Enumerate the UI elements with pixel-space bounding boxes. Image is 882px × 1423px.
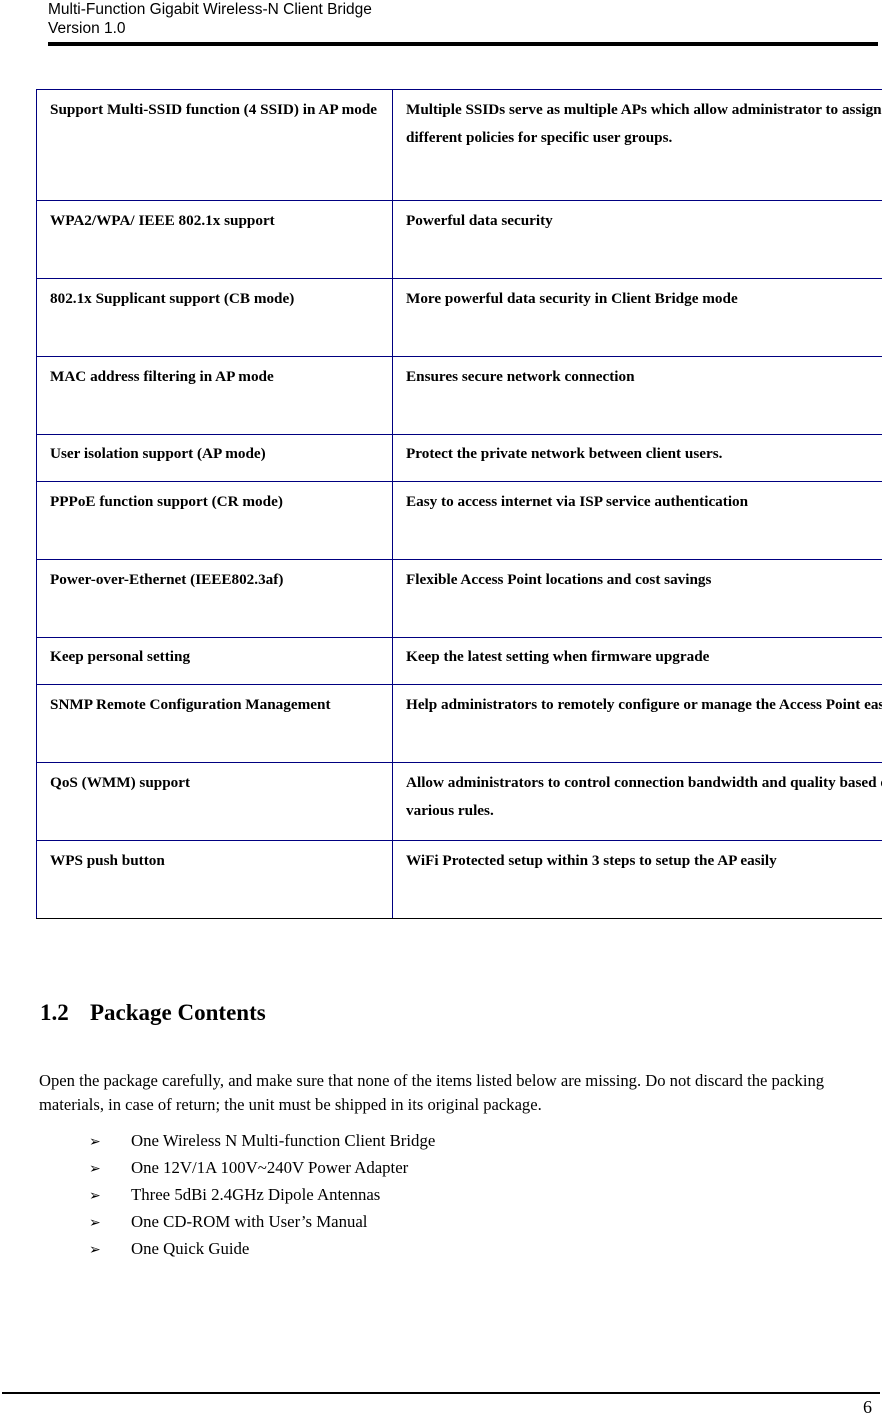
list-item: ➢ One CD-ROM with User’s Manual [39, 1209, 739, 1236]
table-cell-benefit: WiFi Protected setup within 3 steps to s… [392, 840, 882, 919]
list-item: ➢ One Wireless N Multi-function Client Br… [39, 1128, 739, 1155]
section-heading: 1.2 Package Contents [40, 999, 266, 1027]
section-number: 1.2 [40, 1000, 69, 1025]
table-cell-benefit: Ensures secure network connection [392, 356, 882, 435]
list-item: ➢ One 12V/1A 100V~240V Power Adapter [39, 1155, 739, 1182]
table-cell-feature: Power-over-Ethernet (IEEE802.3af) [36, 559, 393, 638]
table-cell-feature: Keep personal setting [36, 637, 393, 685]
feature-text: 802.1x Supplicant support (CB mode) [50, 290, 295, 307]
feature-text: Power-over-Ethernet (IEEE802.3af) [50, 571, 284, 588]
table-cell-feature: Support Multi-SSID function (4 SSID) in … [36, 89, 393, 201]
table-row: QoS (WMM) support Allow administrators t… [36, 762, 882, 841]
benefit-text: Help administrators to remotely configur… [406, 696, 882, 713]
benefit-text: Multiple SSIDs serve as multiple APs whi… [406, 101, 882, 146]
list-item: ➢ One Quick Guide [39, 1236, 739, 1263]
benefit-text: Powerful data security [406, 212, 553, 229]
table-cell-benefit: Easy to access internet via ISP service … [392, 481, 882, 560]
section-intro-paragraph: Open the package carefully, and make sur… [39, 1070, 825, 1114]
feature-text: MAC address filtering in AP mode [50, 368, 274, 385]
table-cell-feature: WPA2/WPA/ IEEE 802.1x support [36, 200, 393, 279]
table-cell-feature: SNMP Remote Configuration Management [36, 684, 393, 763]
feature-text: WPS push button [50, 852, 165, 869]
table-cell-benefit: Flexible Access Point locations and cost… [392, 559, 882, 638]
feature-text: WPA2/WPA/ IEEE 802.1x support [50, 212, 275, 229]
benefit-text: Easy to access internet via ISP service … [406, 493, 749, 510]
benefit-text: Flexible Access Point locations and cost… [406, 571, 712, 588]
table-row: MAC address filtering in AP mode Ensures… [36, 356, 882, 435]
list-item-label: Three 5dBi 2.4GHz Dipole Antennas [131, 1185, 381, 1204]
feature-text: Support Multi-SSID function (4 SSID) in … [50, 101, 378, 118]
feature-text: PPPoE function support (CR mode) [50, 493, 283, 510]
arrowhead-bullet-icon: ➢ [89, 1242, 101, 1258]
benefit-text: Keep the latest setting when firmware up… [406, 648, 710, 665]
table-row: WPS push button WiFi Protected setup wit… [36, 840, 882, 919]
table-cell-feature: WPS push button [36, 840, 393, 919]
header-divider-rule [48, 42, 878, 46]
table-cell-benefit: More powerful data security in Client Br… [392, 278, 882, 357]
list-item: ➢ Three 5dBi 2.4GHz Dipole Antennas [39, 1182, 739, 1209]
table-row: SNMP Remote Configuration Management Hel… [36, 684, 882, 763]
table-cell-benefit: Keep the latest setting when firmware up… [392, 637, 882, 685]
table-row: WPA2/WPA/ IEEE 802.1x support Powerful d… [36, 200, 882, 279]
table-cell-benefit: Allow administrators to control connecti… [392, 762, 882, 841]
benefit-text: Protect the private network between clie… [406, 445, 723, 462]
table-cell-feature: MAC address filtering in AP mode [36, 356, 393, 435]
table-row: User isolation support (AP mode) Protect… [36, 434, 882, 482]
table-cell-benefit: Powerful data security [392, 200, 882, 279]
table-row: 802.1x Supplicant support (CB mode) More… [36, 278, 882, 357]
table-row: Power-over-Ethernet (IEEE802.3af) Flexib… [36, 559, 882, 638]
feature-text: SNMP Remote Configuration Management [50, 696, 331, 713]
table-cell-benefit: Multiple SSIDs serve as multiple APs whi… [392, 89, 882, 201]
table-row: PPPoE function support (CR mode) Easy to… [36, 481, 882, 560]
arrowhead-bullet-icon: ➢ [89, 1161, 101, 1177]
benefit-text: Ensures secure network connection [406, 368, 635, 385]
list-item-label: One 12V/1A 100V~240V Power Adapter [131, 1158, 409, 1177]
feature-text: QoS (WMM) support [50, 774, 191, 791]
table-cell-feature: PPPoE function support (CR mode) [36, 481, 393, 560]
list-item-label: One CD-ROM with User’s Manual [131, 1212, 368, 1231]
document-version: Version 1.0 [48, 20, 126, 37]
document-title: Multi-Function Gigabit Wireless-N Client… [48, 1, 372, 18]
page-running-header: Multi-Function Gigabit Wireless-N Client… [48, 0, 878, 38]
table-cell-feature: User isolation support (AP mode) [36, 434, 393, 482]
benefit-text: Allow administrators to control connecti… [406, 774, 882, 819]
footer-divider-rule [2, 1392, 880, 1394]
table-cell-feature: 802.1x Supplicant support (CB mode) [36, 278, 393, 357]
package-contents-list: ➢ One Wireless N Multi-function Client Br… [39, 1128, 739, 1263]
arrowhead-bullet-icon: ➢ [89, 1188, 101, 1204]
feature-text: User isolation support (AP mode) [50, 445, 266, 462]
benefit-text: WiFi Protected setup within 3 steps to s… [406, 852, 777, 869]
arrowhead-bullet-icon: ➢ [89, 1134, 101, 1150]
list-item-label: One Wireless N Multi-function Client Bri… [131, 1131, 436, 1150]
table-row: Support Multi-SSID function (4 SSID) in … [36, 89, 882, 201]
table-cell-benefit: Protect the private network between clie… [392, 434, 882, 482]
page-title: Package Contents [90, 1000, 266, 1025]
benefit-text: More powerful data security in Client Br… [406, 290, 738, 307]
feature-benefit-table: Support Multi-SSID function (4 SSID) in … [36, 89, 882, 919]
table-row: Keep personal setting Keep the latest se… [36, 637, 882, 685]
arrowhead-bullet-icon: ➢ [89, 1215, 101, 1231]
page-number: 6 [863, 1397, 872, 1417]
table-cell-feature: QoS (WMM) support [36, 762, 393, 841]
table-cell-benefit: Help administrators to remotely configur… [392, 684, 882, 763]
list-item-label: One Quick Guide [131, 1239, 250, 1258]
feature-text: Keep personal setting [50, 648, 191, 665]
